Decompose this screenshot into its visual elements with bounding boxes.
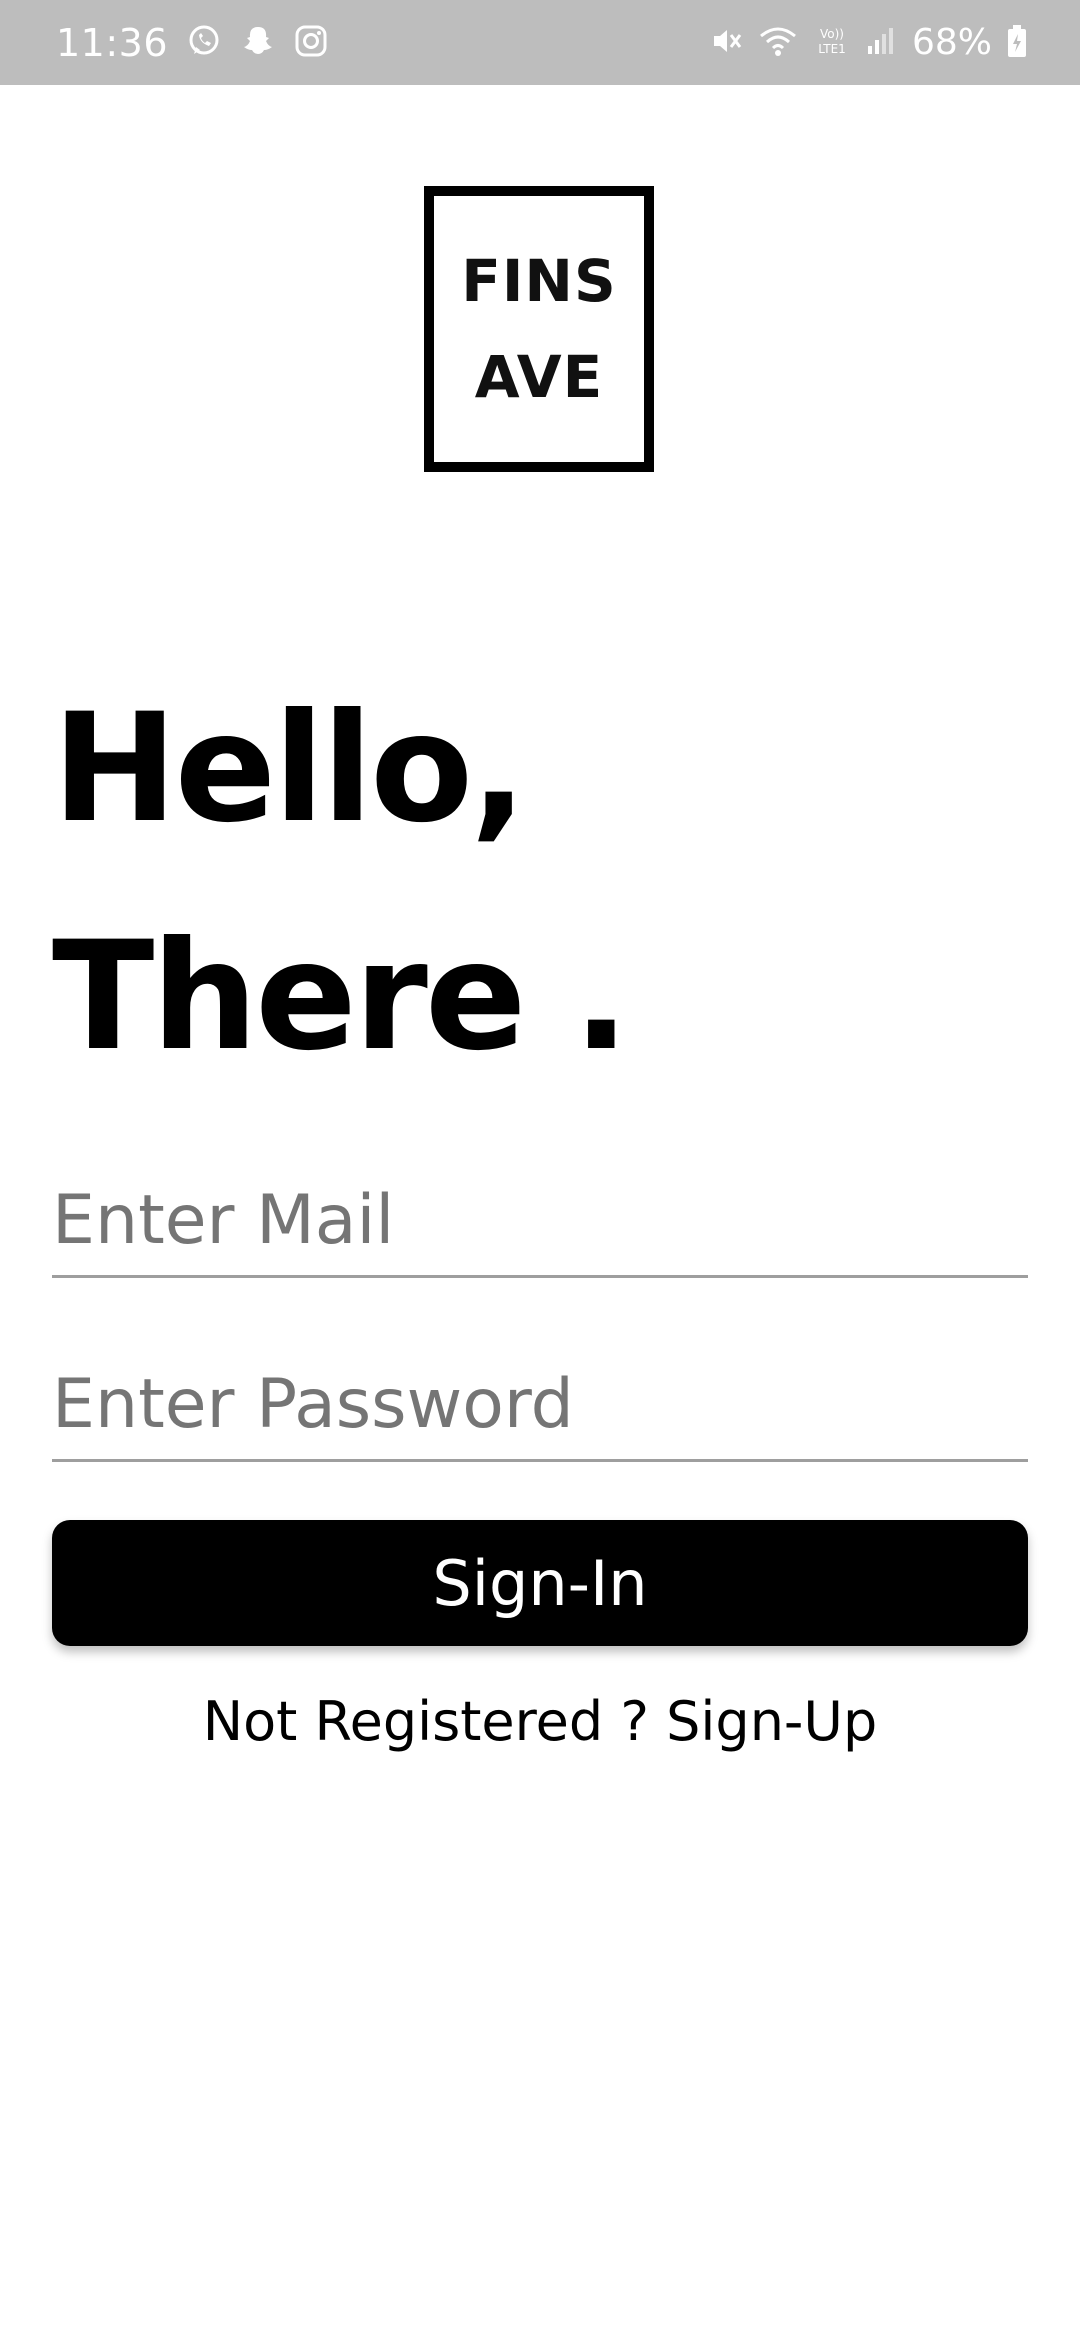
- mute-icon: [710, 24, 744, 62]
- battery-charging-icon: [1006, 23, 1028, 63]
- status-bar: 11:36 Vo)) LTE1 68%: [0, 0, 1080, 85]
- login-screen: 11:36 Vo)) LTE1 68% FINS AVE Hello, Ther…: [0, 0, 1080, 2340]
- snapchat-icon: [240, 23, 276, 63]
- password-input[interactable]: [52, 1350, 1028, 1459]
- svg-text:Vo)): Vo)): [820, 27, 844, 41]
- svg-text:LTE1: LTE1: [818, 42, 846, 56]
- battery-percentage: 68%: [911, 22, 992, 63]
- whatsapp-icon: [186, 23, 222, 63]
- greeting-line2: There .: [52, 910, 630, 1084]
- email-field: [52, 1166, 1028, 1278]
- sign-in-button[interactable]: Sign-In: [52, 1520, 1028, 1646]
- greeting-line1: Hello,: [52, 682, 527, 856]
- greeting-heading: Hello, There .: [52, 655, 1032, 1111]
- app-logo: FINS AVE: [424, 186, 654, 472]
- wifi-icon: [758, 24, 798, 62]
- logo-text-line2: AVE: [474, 343, 604, 411]
- sign-up-link[interactable]: Not Registered ? Sign-Up: [52, 1690, 1028, 1753]
- status-bar-left: 11:36: [56, 0, 328, 85]
- email-input[interactable]: [52, 1166, 1028, 1275]
- logo-text-line1: FINS: [461, 247, 617, 315]
- status-time: 11:36: [56, 20, 169, 65]
- signal-icon: [866, 24, 894, 62]
- volte-lte-icon: Vo)) LTE1: [812, 24, 852, 62]
- status-bar-right: Vo)) LTE1 68%: [696, 0, 1028, 85]
- password-field: [52, 1350, 1028, 1462]
- instagram-icon: [294, 24, 328, 62]
